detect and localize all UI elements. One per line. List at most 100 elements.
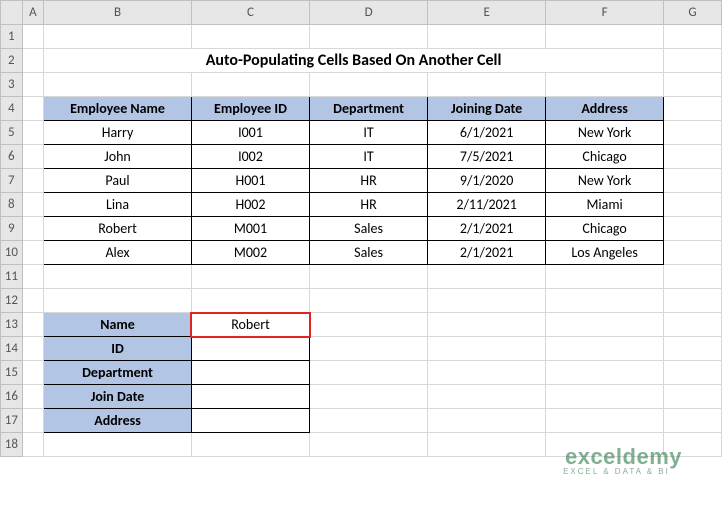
cell[interactable] bbox=[664, 49, 722, 73]
table-cell[interactable]: 9/1/2020 bbox=[428, 169, 546, 193]
table-cell[interactable]: H001 bbox=[191, 169, 309, 193]
cell[interactable] bbox=[310, 73, 428, 97]
cell[interactable] bbox=[44, 289, 192, 313]
table-cell[interactable]: 7/5/2021 bbox=[428, 145, 546, 169]
cell[interactable] bbox=[546, 313, 664, 337]
cell[interactable] bbox=[546, 73, 664, 97]
cell[interactable] bbox=[22, 49, 43, 73]
page-title[interactable]: Auto-Populating Cells Based On Another C… bbox=[44, 49, 664, 73]
cell[interactable] bbox=[22, 289, 43, 313]
table-header[interactable]: Department bbox=[310, 97, 428, 121]
col-C[interactable]: C bbox=[191, 1, 309, 25]
cell[interactable] bbox=[664, 73, 722, 97]
cell[interactable] bbox=[22, 25, 43, 49]
cell[interactable] bbox=[664, 97, 722, 121]
cell[interactable] bbox=[44, 265, 192, 289]
cell[interactable] bbox=[310, 361, 428, 385]
cell[interactable] bbox=[546, 25, 664, 49]
row-14[interactable]: 14 bbox=[1, 337, 23, 361]
lookup-value-department[interactable] bbox=[191, 361, 309, 385]
table-cell[interactable]: John bbox=[44, 145, 192, 169]
cell[interactable] bbox=[310, 385, 428, 409]
cell[interactable] bbox=[22, 409, 43, 433]
row-16[interactable]: 16 bbox=[1, 385, 23, 409]
col-E[interactable]: E bbox=[428, 1, 546, 25]
table-cell[interactable]: 2/1/2021 bbox=[428, 217, 546, 241]
cell[interactable] bbox=[44, 433, 192, 457]
table-cell[interactable]: Lina bbox=[44, 193, 192, 217]
cell[interactable] bbox=[22, 265, 43, 289]
table-cell[interactable]: Sales bbox=[310, 217, 428, 241]
cell[interactable] bbox=[310, 337, 428, 361]
cell[interactable] bbox=[310, 289, 428, 313]
cell[interactable] bbox=[44, 73, 192, 97]
row-11[interactable]: 11 bbox=[1, 265, 23, 289]
table-header[interactable]: Employee ID bbox=[191, 97, 309, 121]
row-2[interactable]: 2 bbox=[1, 49, 23, 73]
lookup-label-id[interactable]: ID bbox=[44, 337, 192, 361]
cell[interactable] bbox=[664, 289, 722, 313]
row-18[interactable]: 18 bbox=[1, 433, 23, 457]
cell[interactable] bbox=[22, 361, 43, 385]
lookup-label-address[interactable]: Address bbox=[44, 409, 192, 433]
cell[interactable] bbox=[22, 73, 43, 97]
cell[interactable] bbox=[664, 169, 722, 193]
cell[interactable] bbox=[428, 385, 546, 409]
table-cell[interactable]: 2/1/2021 bbox=[428, 241, 546, 265]
cell[interactable] bbox=[310, 25, 428, 49]
cell[interactable] bbox=[664, 25, 722, 49]
row-3[interactable]: 3 bbox=[1, 73, 23, 97]
cell[interactable] bbox=[664, 361, 722, 385]
lookup-value-id[interactable] bbox=[191, 337, 309, 361]
lookup-label-name[interactable]: Name bbox=[44, 313, 192, 337]
cell[interactable] bbox=[310, 433, 428, 457]
select-all-corner[interactable] bbox=[1, 1, 23, 25]
row-15[interactable]: 15 bbox=[1, 361, 23, 385]
cell[interactable] bbox=[22, 97, 43, 121]
cell[interactable] bbox=[22, 313, 43, 337]
row-10[interactable]: 10 bbox=[1, 241, 23, 265]
cell[interactable] bbox=[428, 265, 546, 289]
cell[interactable] bbox=[428, 433, 546, 457]
cell[interactable] bbox=[664, 145, 722, 169]
table-cell[interactable]: Alex bbox=[44, 241, 192, 265]
table-cell[interactable]: Harry bbox=[44, 121, 192, 145]
cell[interactable] bbox=[664, 409, 722, 433]
lookup-label-joindate[interactable]: Join Date bbox=[44, 385, 192, 409]
table-header[interactable]: Address bbox=[546, 97, 664, 121]
cell[interactable] bbox=[310, 409, 428, 433]
cell[interactable] bbox=[428, 73, 546, 97]
cell[interactable] bbox=[310, 265, 428, 289]
table-cell[interactable]: Robert bbox=[44, 217, 192, 241]
cell[interactable] bbox=[546, 361, 664, 385]
cell[interactable] bbox=[191, 25, 309, 49]
table-header[interactable]: Joining Date bbox=[428, 97, 546, 121]
cell[interactable] bbox=[22, 217, 43, 241]
table-cell[interactable]: 2/11/2021 bbox=[428, 193, 546, 217]
cell[interactable] bbox=[546, 337, 664, 361]
cell[interactable] bbox=[44, 25, 192, 49]
table-cell[interactable]: I001 bbox=[191, 121, 309, 145]
table-cell[interactable]: HR bbox=[310, 169, 428, 193]
table-cell[interactable]: IT bbox=[310, 145, 428, 169]
table-cell[interactable]: 6/1/2021 bbox=[428, 121, 546, 145]
cell[interactable] bbox=[428, 361, 546, 385]
lookup-value-joindate[interactable] bbox=[191, 385, 309, 409]
table-cell[interactable]: HR bbox=[310, 193, 428, 217]
col-D[interactable]: D bbox=[310, 1, 428, 25]
cell[interactable] bbox=[310, 313, 428, 337]
row-17[interactable]: 17 bbox=[1, 409, 23, 433]
table-cell[interactable]: Chicago bbox=[546, 217, 664, 241]
cell[interactable] bbox=[546, 289, 664, 313]
table-cell[interactable]: New York bbox=[546, 169, 664, 193]
cell[interactable] bbox=[428, 409, 546, 433]
cell[interactable] bbox=[22, 193, 43, 217]
cell[interactable] bbox=[428, 337, 546, 361]
col-A[interactable]: A bbox=[22, 1, 43, 25]
cell[interactable] bbox=[664, 193, 722, 217]
cell[interactable] bbox=[191, 289, 309, 313]
cell[interactable] bbox=[664, 217, 722, 241]
table-cell[interactable]: Chicago bbox=[546, 145, 664, 169]
cell[interactable] bbox=[22, 433, 43, 457]
cell[interactable] bbox=[664, 265, 722, 289]
